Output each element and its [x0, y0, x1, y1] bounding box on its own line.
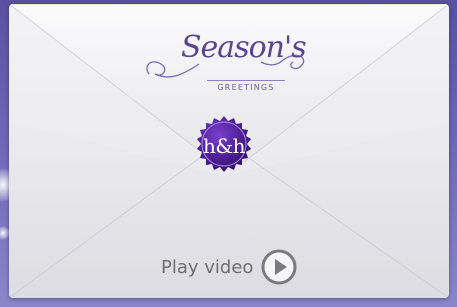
logo-subtitle: GREETINGS	[207, 80, 285, 92]
logo-script-text: Season's	[181, 30, 307, 65]
seasons-greetings-logo: Season's GREETINGS	[141, 22, 311, 102]
seal-monogram: h&h	[202, 134, 246, 158]
play-video-label: Play video	[161, 256, 254, 278]
video-card-stage: Season's GREETINGS h&h Play video	[0, 0, 457, 307]
play-video-button[interactable]: Play video	[161, 247, 297, 287]
wax-seal-icon: h&h	[193, 115, 255, 177]
play-circle-icon	[261, 249, 297, 285]
envelope[interactable]: Season's GREETINGS h&h Play video	[9, 4, 449, 298]
